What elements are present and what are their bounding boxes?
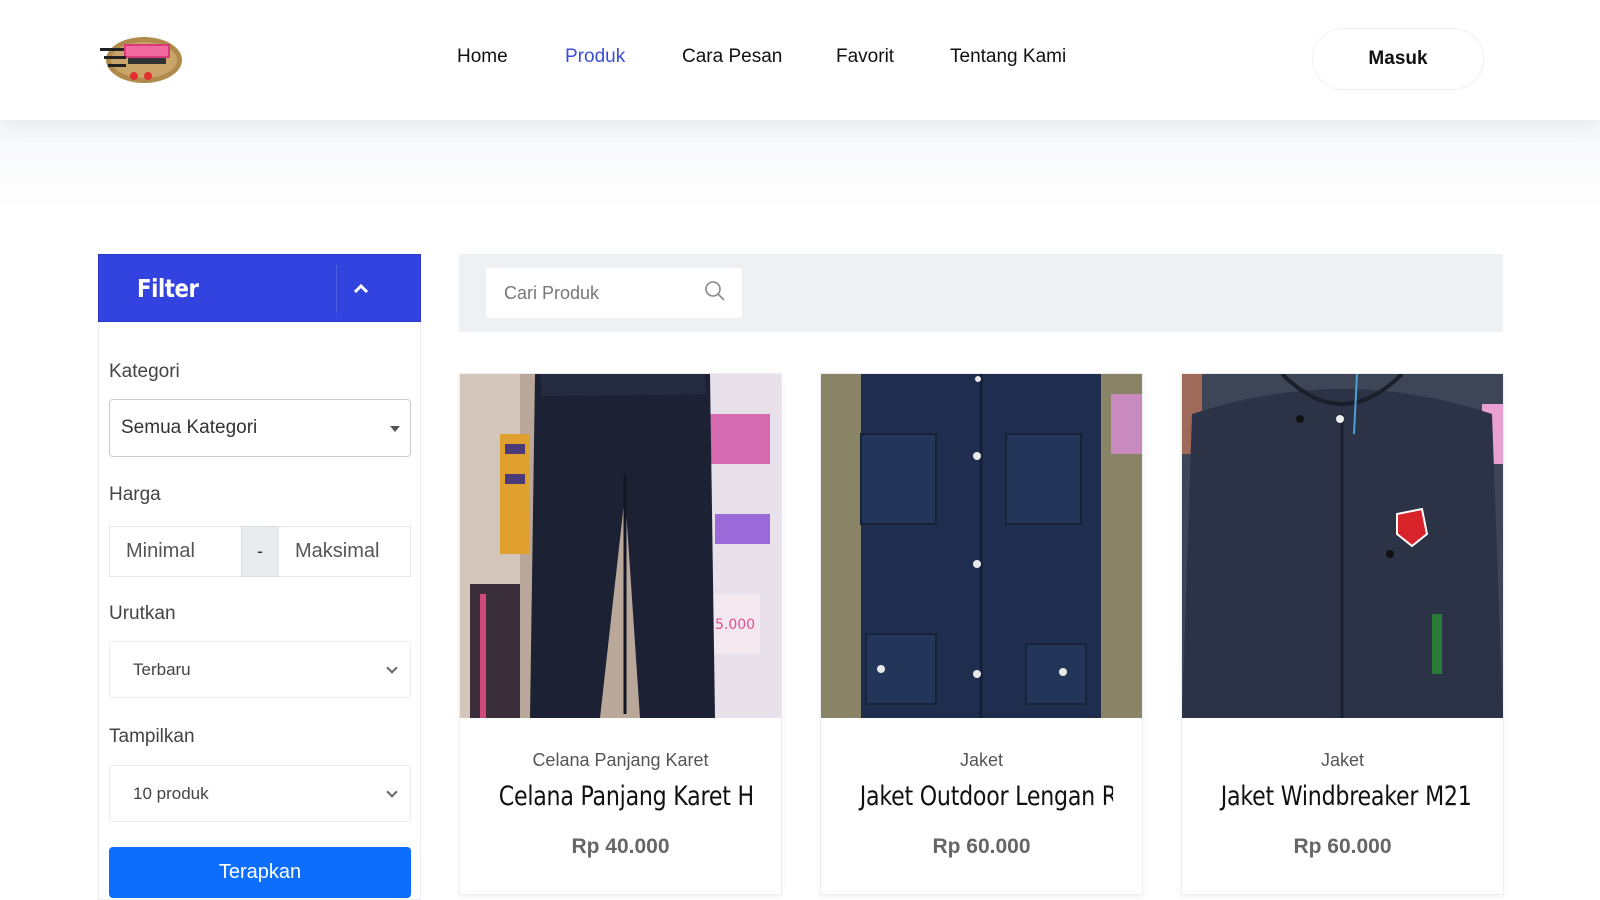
product-price: Rp 60.000 [932,835,1031,858]
sort-select-value: Terbaru [133,659,191,679]
filter-header[interactable]: Filter [98,254,421,322]
product-category: Jaket [959,750,1004,770]
sort-label: Urutkan [109,603,176,624]
filter-title: Filter [137,274,199,303]
header-shadow-band [0,120,1600,210]
product-name[interactable]: Jaket Windbreaker M21 Nav... [1211,781,1474,812]
caret-down-icon [390,426,400,432]
category-select[interactable]: Semua Kategori [109,399,411,457]
chevron-down-icon [386,786,398,798]
sort-select[interactable]: Terbaru [109,641,411,698]
price-label: Harga [109,484,161,505]
logo-graphic [100,37,182,83]
nav-favorit[interactable]: Favorit [836,46,894,68]
price-min-placeholder: Minimal [126,540,195,562]
nav-home[interactable]: Home [457,46,508,68]
product-name[interactable]: Celana Panjang Karet Hitam [489,781,752,812]
chevron-down-icon [386,662,398,674]
nav-cara-pesan[interactable]: Cara Pesan [682,46,782,68]
product-price: Rp 40.000 [571,835,670,858]
site-header: Home Produk Cara Pesan Favorit Tentang K… [0,0,1600,120]
show-count-select[interactable]: 10 produk [109,765,411,822]
product-image[interactable] [1182,374,1503,718]
chevron-up-icon [353,283,368,294]
site-logo[interactable] [100,30,184,88]
search-placeholder: Cari Produk [504,282,600,303]
nav-produk[interactable]: Produk [565,46,625,68]
product-card[interactable]: 5.000 Celana Panjang Karet Celana Panjan… [459,373,782,895]
search-icon[interactable] [703,279,727,303]
show-label: Tampilkan [109,726,195,747]
category-label: Kategori [109,361,180,382]
product-card[interactable]: Jaket Jaket Windbreaker M21 Nav... Rp 60… [1181,373,1504,895]
product-category: Celana Panjang Karet [532,750,709,770]
product-name[interactable]: Jaket Outdoor Lengan Ragla... [850,781,1113,812]
price-max-input[interactable]: Maksimal [278,526,411,577]
product-image[interactable] [821,374,1142,718]
login-button[interactable]: Masuk [1312,28,1484,90]
product-category: Jaket [1320,750,1365,770]
product-image[interactable]: 5.000 [460,374,781,718]
show-count-value: 10 produk [133,783,209,803]
apply-filter-button[interactable]: Terapkan [109,847,411,898]
category-select-value: Semua Kategori [121,417,258,438]
svg-text:5.000: 5.000 [715,617,755,633]
product-price: Rp 60.000 [1293,835,1392,858]
nav-tentang-kami[interactable]: Tentang Kami [950,46,1066,68]
price-min-input[interactable]: Minimal [109,526,242,577]
price-max-placeholder: Maksimal [295,540,380,562]
product-card[interactable]: Jaket Jaket Outdoor Lengan Ragla... Rp 6… [820,373,1143,895]
collapse-filter-button[interactable] [336,265,384,313]
price-separator: - [241,526,279,577]
